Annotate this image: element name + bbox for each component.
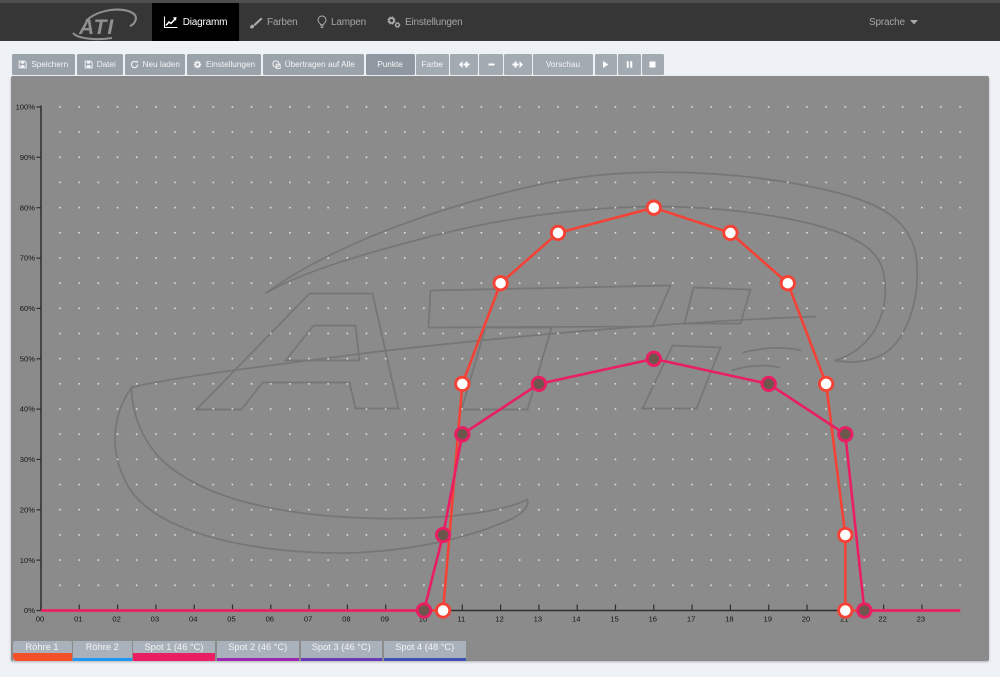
svg-text:70%: 70% xyxy=(19,253,34,262)
svg-text:08: 08 xyxy=(342,614,350,623)
svg-text:00: 00 xyxy=(35,614,43,623)
svg-text:50%: 50% xyxy=(19,354,34,363)
svg-text:100%: 100% xyxy=(15,102,35,111)
svg-text:0%: 0% xyxy=(24,606,35,615)
svg-text:90%: 90% xyxy=(19,152,34,161)
svg-text:03: 03 xyxy=(150,614,158,623)
svg-text:09: 09 xyxy=(380,614,388,623)
svg-text:23: 23 xyxy=(916,614,924,623)
svg-text:07: 07 xyxy=(303,614,311,623)
svg-text:11: 11 xyxy=(457,614,465,623)
svg-text:04: 04 xyxy=(188,614,196,623)
svg-text:20: 20 xyxy=(801,614,809,623)
svg-text:60%: 60% xyxy=(19,304,34,313)
svg-text:05: 05 xyxy=(227,614,235,623)
svg-text:20%: 20% xyxy=(19,505,34,514)
svg-text:02: 02 xyxy=(112,614,120,623)
svg-text:14: 14 xyxy=(571,614,579,623)
svg-text:16: 16 xyxy=(648,614,656,623)
svg-text:40%: 40% xyxy=(19,404,34,413)
svg-text:15: 15 xyxy=(610,614,618,623)
svg-text:10%: 10% xyxy=(19,555,34,564)
svg-text:30%: 30% xyxy=(19,455,34,464)
svg-text:06: 06 xyxy=(265,614,273,623)
svg-text:18: 18 xyxy=(725,614,733,623)
svg-text:ATI: ATI xyxy=(78,16,114,39)
svg-text:12: 12 xyxy=(495,614,503,623)
svg-text:01: 01 xyxy=(74,614,82,623)
svg-text:80%: 80% xyxy=(19,203,34,212)
svg-text:22: 22 xyxy=(878,614,886,623)
svg-text:13: 13 xyxy=(533,614,541,623)
svg-text:19: 19 xyxy=(763,614,771,623)
svg-text:17: 17 xyxy=(686,614,694,623)
